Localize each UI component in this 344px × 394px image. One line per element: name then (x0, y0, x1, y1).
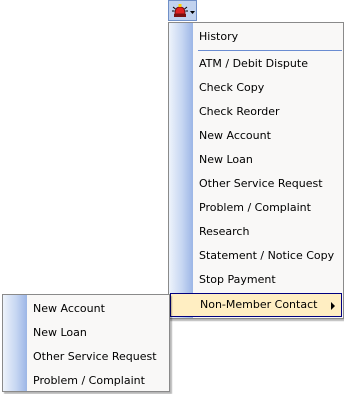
submenu-item-other-service-request[interactable]: Other Service Request (3, 345, 169, 369)
menu-item-label: Problem / Complaint (33, 374, 145, 387)
menu-item-label: Other Service Request (33, 350, 157, 363)
menu-item-statement-notice-copy[interactable]: Statement / Notice Copy (169, 244, 343, 268)
menu-item-problem-complaint[interactable]: Problem / Complaint (169, 196, 343, 220)
submenu-item-problem-complaint[interactable]: Problem / Complaint (3, 369, 169, 393)
submenu-arrow-icon (331, 302, 335, 310)
menu-item-label: Check Copy (199, 81, 265, 94)
menu-item-check-copy[interactable]: Check Copy (169, 76, 343, 100)
menu-item-label: Other Service Request (199, 177, 323, 190)
menu-item-atm-debit-dispute[interactable]: ATM / Debit Dispute (169, 52, 343, 76)
menu-item-label: Problem / Complaint (199, 201, 311, 214)
red-alert-bell-icon (172, 4, 188, 17)
menu-item-label: ATM / Debit Dispute (199, 57, 308, 70)
menu-item-label: New Account (199, 129, 271, 142)
alert-dropdown-button[interactable] (168, 0, 197, 21)
menu-item-new-account[interactable]: New Account (169, 124, 343, 148)
menu-item-check-reorder[interactable]: Check Reorder (169, 100, 343, 124)
menu-separator (198, 50, 342, 51)
menu-item-label: History (199, 30, 239, 43)
menu-item-new-loan[interactable]: New Loan (169, 148, 343, 172)
menu-item-label: New Loan (33, 326, 87, 339)
menu-item-history[interactable]: History (169, 25, 343, 49)
menu-item-label: New Loan (199, 153, 253, 166)
non-member-contact-submenu: New Account New Loan Other Service Reque… (2, 294, 170, 392)
menu-item-label: Check Reorder (199, 105, 280, 118)
menu-item-non-member-contact[interactable]: Non-Member Contact (170, 293, 342, 317)
menu-item-label: Non-Member Contact (200, 298, 318, 311)
menu-item-other-service-request[interactable]: Other Service Request (169, 172, 343, 196)
menu-item-label: Research (199, 225, 250, 238)
menu-item-research[interactable]: Research (169, 220, 343, 244)
alert-menu: History ATM / Debit Dispute Check Copy C… (168, 22, 344, 319)
dropdown-arrow-icon (190, 11, 195, 14)
submenu-item-new-account[interactable]: New Account (3, 297, 169, 321)
menu-item-label: Stop Payment (199, 273, 276, 286)
menu-item-stop-payment[interactable]: Stop Payment (169, 268, 343, 292)
menu-item-label: Statement / Notice Copy (199, 249, 335, 262)
submenu-item-new-loan[interactable]: New Loan (3, 321, 169, 345)
menu-item-label: New Account (33, 302, 105, 315)
